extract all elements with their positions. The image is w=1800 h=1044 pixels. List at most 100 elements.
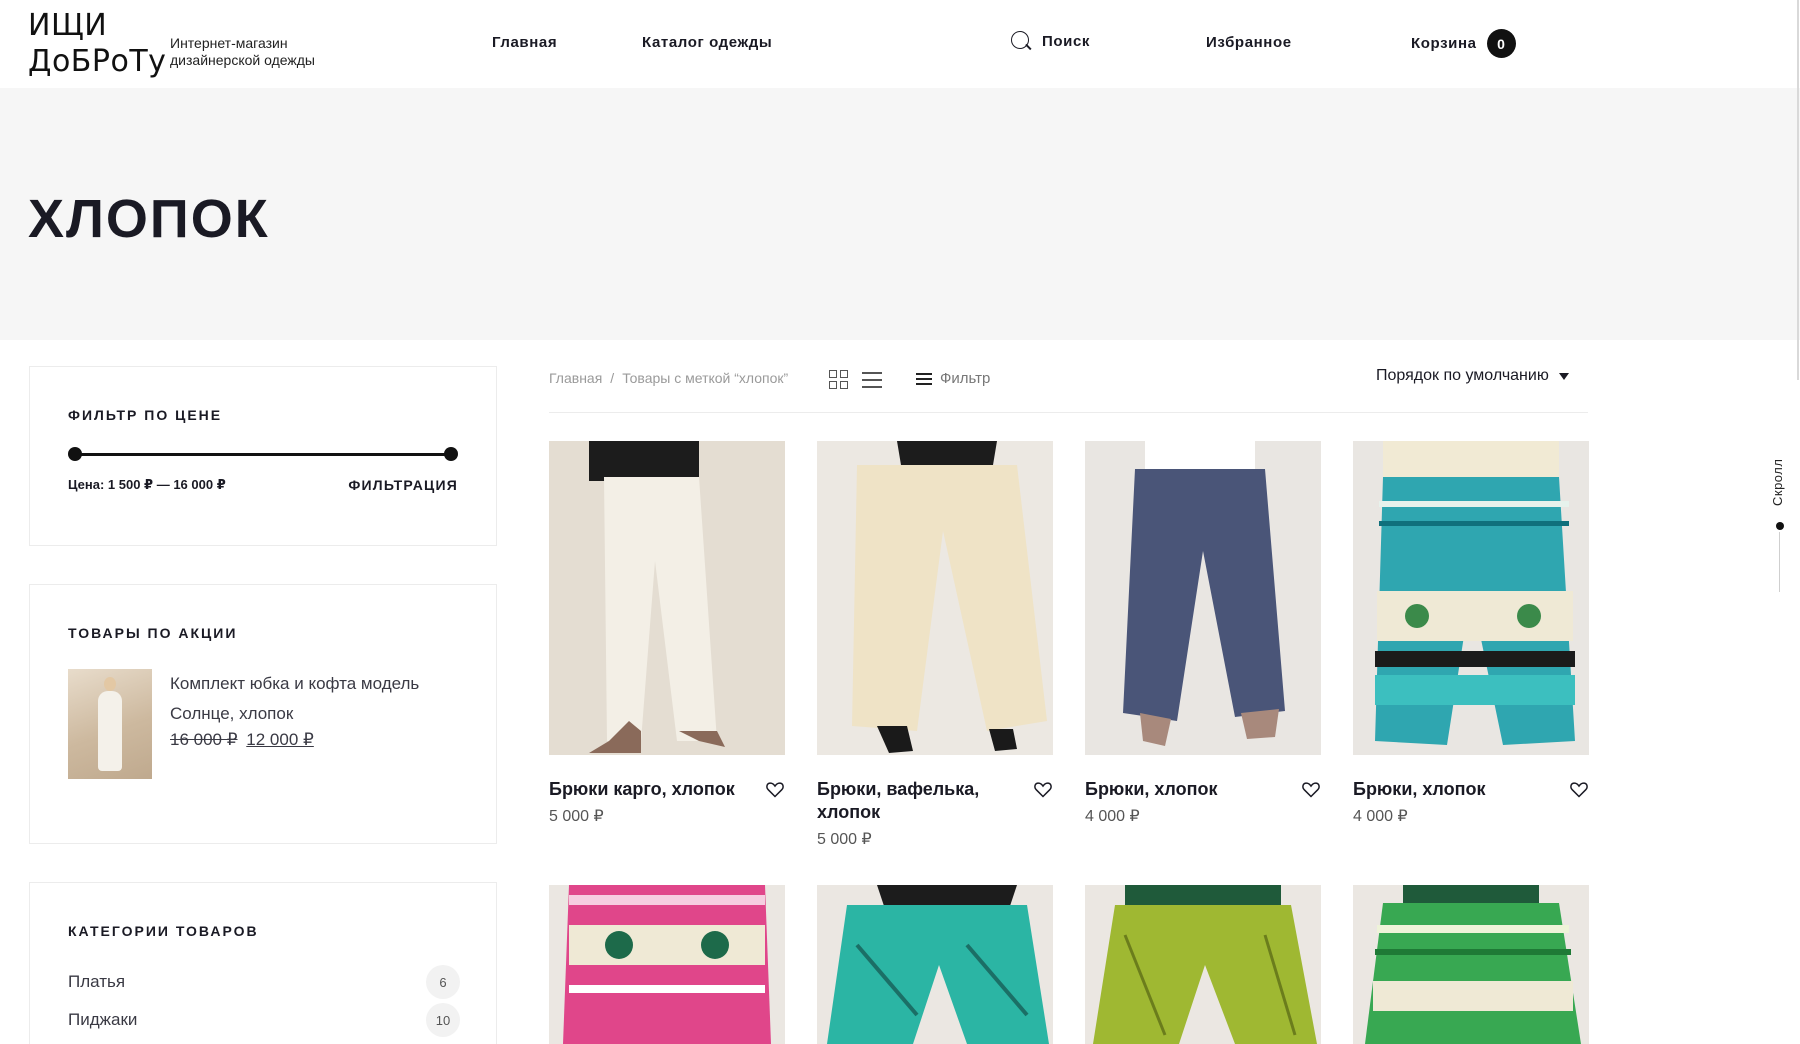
product-image[interactable] xyxy=(1085,441,1321,755)
filter-lines-icon xyxy=(916,372,932,385)
category-count-badge: 10 xyxy=(426,1003,460,1037)
product-photo-waffle-pants xyxy=(817,441,1053,755)
product-title[interactable]: Брюки карго, хлопок xyxy=(549,778,745,801)
product-image[interactable] xyxy=(1353,885,1589,1044)
promo-product-thumbnail[interactable] xyxy=(68,669,152,779)
product-title[interactable]: Брюки, хлопок xyxy=(1353,778,1549,801)
search-label: Поиск xyxy=(1042,32,1091,50)
product-card[interactable]: Брюки, хлопок 4 000 ₽ xyxy=(1353,441,1589,861)
tagline-line-1: Интернет-магазин xyxy=(170,35,288,51)
nav-home-link[interactable]: Главная xyxy=(492,34,557,51)
scroll-indicator[interactable]: Скролл xyxy=(1770,452,1792,592)
category-item-dresses[interactable]: Платья 6 xyxy=(68,965,460,999)
product-card[interactable] xyxy=(549,885,785,1044)
page-title: ХЛОПОК xyxy=(28,189,270,249)
search-button[interactable]: Поиск xyxy=(1010,30,1090,52)
category-item-jackets[interactable]: Пиджаки 10 xyxy=(68,1003,460,1037)
promo-product-title[interactable]: Комплект юбка и кофта модель Солнце, хло… xyxy=(170,669,460,729)
category-count-badge: 6 xyxy=(426,965,460,999)
caret-down-icon xyxy=(1558,372,1569,380)
sort-order-select[interactable]: Порядок по умолчанию xyxy=(1376,367,1569,385)
list-line xyxy=(862,386,882,388)
filter-toggle-label: Фильтр xyxy=(940,370,991,387)
filter-line xyxy=(916,377,932,380)
promo-new-price: 12 000 ₽ xyxy=(246,730,314,749)
product-price: 5 000 ₽ xyxy=(817,831,872,848)
product-photo-olive-pants xyxy=(1085,885,1321,1044)
heart-icon[interactable] xyxy=(1569,779,1589,799)
site-logo[interactable]: ИЩИ ДоБРоТу xyxy=(28,8,166,80)
filter-line xyxy=(916,382,932,385)
product-photo-pink-pants xyxy=(549,885,785,1044)
promo-widget: ТОВАРЫ ПО АКЦИИ Комплект юбка и кофта мо… xyxy=(29,584,497,844)
favorites-link[interactable]: Избранное xyxy=(1206,34,1292,51)
filter-toggle-button[interactable]: Фильтр xyxy=(916,370,990,387)
product-card[interactable] xyxy=(1085,885,1321,1044)
heart-icon[interactable] xyxy=(765,779,785,799)
breadcrumb-separator: / xyxy=(610,370,615,386)
product-image[interactable] xyxy=(1085,885,1321,1044)
product-title[interactable]: Брюки, хлопок xyxy=(1085,778,1281,801)
page-hero: ХЛОПОК xyxy=(0,88,1800,340)
product-card[interactable] xyxy=(1353,885,1589,1044)
product-title[interactable]: Брюки, вафелька, хлопок xyxy=(817,778,1013,824)
price-range-label: Цена: 1 500 ₽ — 16 000 ₽ xyxy=(68,477,226,492)
product-photo-cargo-pants xyxy=(549,441,785,755)
product-card[interactable] xyxy=(817,885,1053,1044)
heart-icon[interactable] xyxy=(1301,779,1321,799)
promo-thumb-figure xyxy=(98,691,122,771)
scroll-track xyxy=(1779,532,1780,592)
category-name: Платья xyxy=(68,972,126,991)
toolbar-divider xyxy=(549,412,1588,413)
list-line xyxy=(862,372,882,374)
list-line xyxy=(862,379,882,381)
product-photo-green-striped-pants xyxy=(1353,885,1589,1044)
price-slider-max-handle[interactable] xyxy=(444,447,458,461)
product-price: 4 000 ₽ xyxy=(1085,808,1140,825)
product-image[interactable] xyxy=(549,441,785,755)
site-header: ИЩИ ДоБРоТу Интернет-магазин дизайнерско… xyxy=(0,0,1800,88)
scroll-label: Скролл xyxy=(1770,458,1785,506)
breadcrumb-home-link[interactable]: Главная xyxy=(549,370,602,386)
product-image[interactable] xyxy=(549,885,785,1044)
site-tagline: Интернет-магазин дизайнерской одежды xyxy=(170,35,315,69)
nav-catalog-link[interactable]: Каталог одежды xyxy=(642,34,772,51)
product-card[interactable]: Брюки карго, хлопок 5 000 ₽ xyxy=(549,441,785,861)
promo-old-price: 16 000 ₽ xyxy=(170,730,238,749)
logo-line-2: ДоБРоТу xyxy=(28,44,167,79)
logo-line-1: ИЩИ xyxy=(28,8,108,43)
product-image[interactable] xyxy=(1353,441,1589,755)
filter-line xyxy=(916,372,932,375)
apply-price-filter-button[interactable]: ФИЛЬТРАЦИЯ xyxy=(348,477,458,493)
price-filter-widget: ФИЛЬТР ПО ЦЕНЕ Цена: 1 500 ₽ — 16 000 ₽ … xyxy=(29,366,497,546)
product-card[interactable]: Брюки, хлопок 4 000 ₽ xyxy=(1085,441,1321,861)
product-photo-turquoise-pants xyxy=(817,885,1053,1044)
price-slider-track xyxy=(74,453,452,456)
grid-cell xyxy=(829,381,837,389)
product-price: 4 000 ₽ xyxy=(1353,808,1408,825)
cart-label: Корзина xyxy=(1411,35,1477,52)
price-filter-title: ФИЛЬТР ПО ЦЕНЕ xyxy=(68,407,223,423)
scroll-dot-icon xyxy=(1776,522,1784,530)
list-view-icon[interactable] xyxy=(862,370,882,390)
grid-cell xyxy=(840,381,848,389)
price-range-slider[interactable] xyxy=(68,447,458,461)
promo-thumb-head xyxy=(104,677,116,691)
category-name: Пиджаки xyxy=(68,1010,138,1029)
tagline-line-2: дизайнерской одежды xyxy=(170,52,315,68)
sort-order-label: Порядок по умолчанию xyxy=(1376,367,1549,384)
page-scrollbar[interactable] xyxy=(1797,0,1799,380)
cart-count-badge: 0 xyxy=(1486,29,1516,58)
product-card[interactable]: Брюки, вафелька, хлопок 5 000 ₽ xyxy=(817,441,1053,861)
product-image[interactable] xyxy=(817,885,1053,1044)
price-slider-min-handle[interactable] xyxy=(68,447,82,461)
product-image[interactable] xyxy=(817,441,1053,755)
heart-icon[interactable] xyxy=(1033,779,1053,799)
search-icon xyxy=(1010,30,1032,52)
categories-widget-title: КАТЕГОРИИ ТОВАРОВ xyxy=(68,923,259,939)
cart-button[interactable]: Корзина 0 xyxy=(1411,29,1516,58)
breadcrumb: Главная / Товары с меткой “хлопок” xyxy=(549,370,788,386)
promo-product-prices: 16 000 ₽ 12 000 ₽ xyxy=(170,730,314,750)
grid-view-icon[interactable] xyxy=(829,370,849,390)
product-photo-blue-pants xyxy=(1085,441,1321,755)
